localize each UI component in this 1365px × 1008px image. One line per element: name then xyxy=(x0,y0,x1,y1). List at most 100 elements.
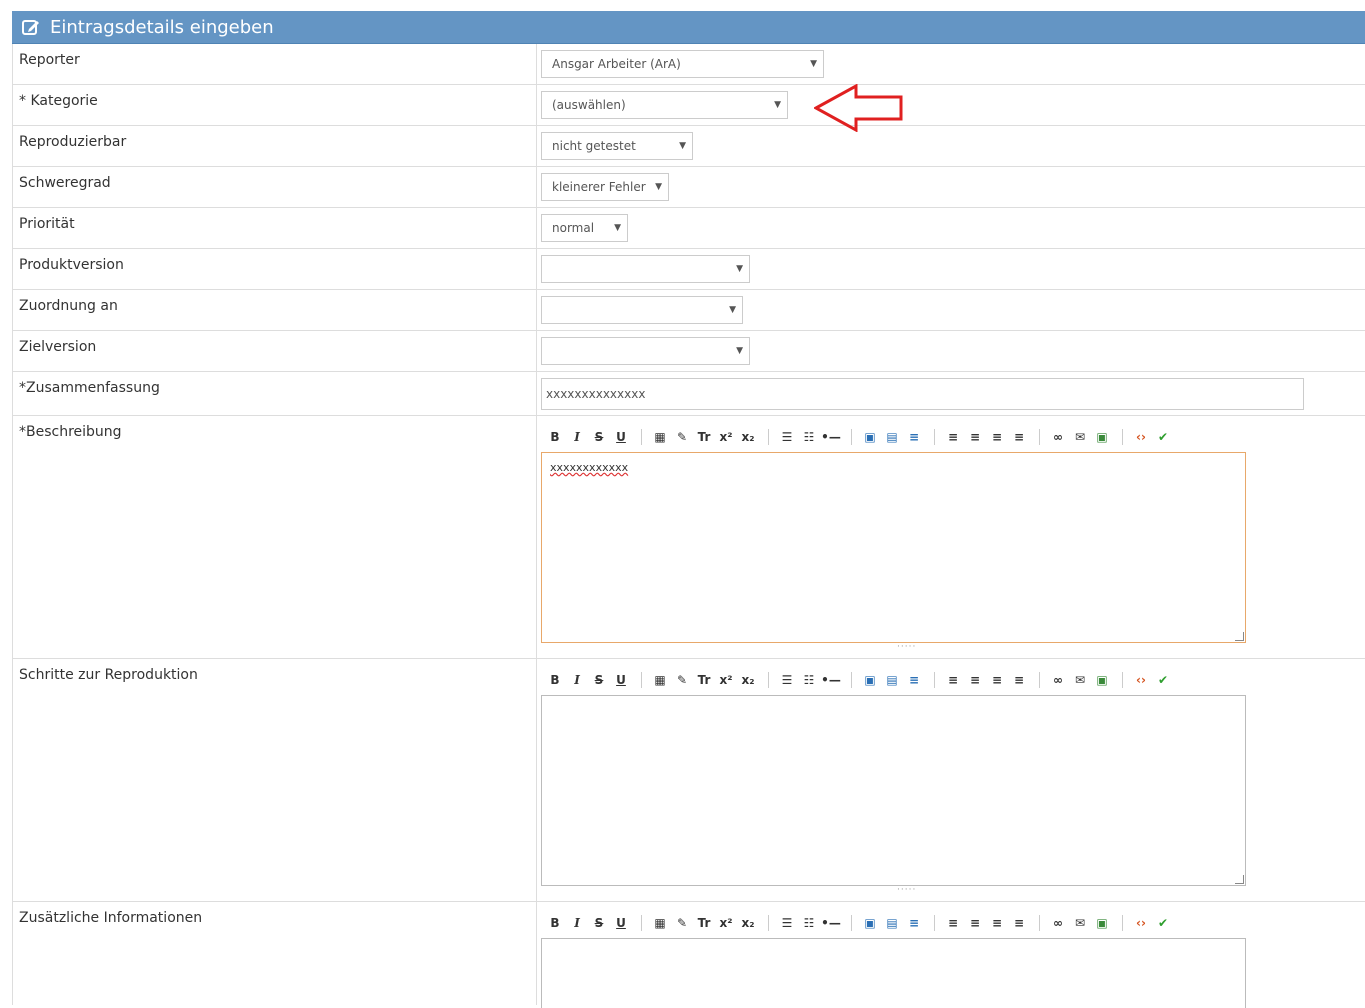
paste-icon[interactable]: ▣ xyxy=(860,673,880,687)
image-icon[interactable]: ▣ xyxy=(1092,916,1112,930)
align-right-icon[interactable]: ≡ xyxy=(987,430,1007,444)
source-icon[interactable]: ‹› xyxy=(1131,916,1151,930)
superscript-button[interactable]: x² xyxy=(716,916,736,930)
edit-icon xyxy=(22,18,40,36)
check-icon[interactable]: ✔ xyxy=(1153,430,1173,444)
align-right-icon[interactable]: ≡ xyxy=(987,673,1007,687)
italic-button[interactable]: I xyxy=(567,673,587,687)
align-right-icon[interactable]: ≡ xyxy=(987,916,1007,930)
email-icon[interactable]: ✉ xyxy=(1070,430,1090,444)
source-icon[interactable]: ‹› xyxy=(1131,430,1151,444)
paste-icon[interactable]: ▣ xyxy=(860,430,880,444)
hr-insert-icon[interactable]: ≡ xyxy=(904,916,924,930)
grip-icon[interactable]: ····· xyxy=(897,885,916,895)
reproduzierbar-select-value: nicht getestet xyxy=(552,139,636,153)
chevron-down-icon: ▼ xyxy=(614,223,621,233)
zusaetzlich-editor[interactable] xyxy=(541,938,1246,1008)
image-icon[interactable]: ▣ xyxy=(1092,673,1112,687)
strike-button[interactable]: S xyxy=(589,916,609,930)
schritte-editor[interactable]: ····· xyxy=(541,695,1246,895)
row-zielversion: Zielversion ▼ xyxy=(12,331,1365,372)
align-justify-icon[interactable]: ≡ xyxy=(1009,673,1029,687)
resize-handle[interactable] xyxy=(1235,632,1244,641)
subscript-button[interactable]: x₂ xyxy=(738,916,758,930)
zuordnung-select[interactable]: ▼ xyxy=(541,296,743,324)
kategorie-select[interactable]: (auswählen) ▼ xyxy=(541,91,788,119)
produktversion-select[interactable]: ▼ xyxy=(541,255,750,283)
check-icon[interactable]: ✔ xyxy=(1153,916,1173,930)
paste-text-icon[interactable]: ▤ xyxy=(882,916,902,930)
zielversion-select[interactable]: ▼ xyxy=(541,337,750,365)
chevron-down-icon: ▼ xyxy=(774,100,781,110)
link-icon[interactable]: ∞ xyxy=(1048,673,1068,687)
hr-insert-icon[interactable]: ≡ xyxy=(904,673,924,687)
beschreibung-content: xxxxxxxxxxxx xyxy=(550,461,629,474)
bullet-list-icon[interactable]: ☰ xyxy=(777,430,797,444)
italic-button[interactable]: I xyxy=(567,916,587,930)
color-grid-icon[interactable]: ▦ xyxy=(650,430,670,444)
bold-button[interactable]: B xyxy=(545,673,565,687)
color-grid-icon[interactable]: ▦ xyxy=(650,916,670,930)
removeformat-button[interactable]: Tr xyxy=(694,673,714,687)
link-icon[interactable]: ∞ xyxy=(1048,916,1068,930)
number-list-icon[interactable]: ☷ xyxy=(799,916,819,930)
row-reporter: Reporter Ansgar Arbeiter (ArA) ▼ xyxy=(12,44,1365,85)
label-schweregrad: Schweregrad xyxy=(19,175,111,191)
email-icon[interactable]: ✉ xyxy=(1070,673,1090,687)
removeformat-button[interactable]: Tr xyxy=(694,916,714,930)
align-justify-icon[interactable]: ≡ xyxy=(1009,916,1029,930)
underline-button[interactable]: U xyxy=(611,430,631,444)
section-title: Eintragsdetails eingeben xyxy=(50,16,274,38)
strike-button[interactable]: S xyxy=(589,673,609,687)
strike-button[interactable]: S xyxy=(589,430,609,444)
spellcheck-icon[interactable]: ✎ xyxy=(672,673,692,687)
spellcheck-icon[interactable]: ✎ xyxy=(672,916,692,930)
superscript-button[interactable]: x² xyxy=(716,673,736,687)
hr-insert-icon[interactable]: ≡ xyxy=(904,430,924,444)
superscript-button[interactable]: x² xyxy=(716,430,736,444)
number-list-icon[interactable]: ☷ xyxy=(799,673,819,687)
align-center-icon[interactable]: ≡ xyxy=(965,430,985,444)
bullet-list-icon[interactable]: ☰ xyxy=(777,916,797,930)
prioritaet-select[interactable]: normal ▼ xyxy=(541,214,628,242)
align-left-icon[interactable]: ≡ xyxy=(943,673,963,687)
align-center-icon[interactable]: ≡ xyxy=(965,673,985,687)
chevron-down-icon: ▼ xyxy=(679,141,686,151)
reproduzierbar-select[interactable]: nicht getestet ▼ xyxy=(541,132,693,160)
bold-button[interactable]: B xyxy=(545,916,565,930)
image-icon[interactable]: ▣ xyxy=(1092,430,1112,444)
align-justify-icon[interactable]: ≡ xyxy=(1009,430,1029,444)
removeformat-button[interactable]: Tr xyxy=(694,430,714,444)
horizontal-rule-icon[interactable]: •— xyxy=(821,430,841,444)
bold-button[interactable]: B xyxy=(545,430,565,444)
paste-icon[interactable]: ▣ xyxy=(860,916,880,930)
underline-button[interactable]: U xyxy=(611,916,631,930)
horizontal-rule-icon[interactable]: •— xyxy=(821,916,841,930)
align-left-icon[interactable]: ≡ xyxy=(943,916,963,930)
paste-text-icon[interactable]: ▤ xyxy=(882,430,902,444)
grip-icon[interactable]: ····· xyxy=(897,642,916,652)
source-icon[interactable]: ‹› xyxy=(1131,673,1151,687)
schweregrad-select[interactable]: kleinerer Fehler ▼ xyxy=(541,173,669,201)
zusammenfassung-input[interactable]: xxxxxxxxxxxxxx xyxy=(541,378,1304,410)
color-grid-icon[interactable]: ▦ xyxy=(650,673,670,687)
italic-button[interactable]: I xyxy=(567,430,587,444)
beschreibung-editor[interactable]: xxxxxxxxxxxx ····· xyxy=(541,452,1246,652)
align-left-icon[interactable]: ≡ xyxy=(943,430,963,444)
bullet-list-icon[interactable]: ☰ xyxy=(777,673,797,687)
subscript-button[interactable]: x₂ xyxy=(738,430,758,444)
horizontal-rule-icon[interactable]: •— xyxy=(821,673,841,687)
spellcheck-icon[interactable]: ✎ xyxy=(672,430,692,444)
number-list-icon[interactable]: ☷ xyxy=(799,430,819,444)
paste-text-icon[interactable]: ▤ xyxy=(882,673,902,687)
chevron-down-icon: ▼ xyxy=(736,264,743,274)
check-icon[interactable]: ✔ xyxy=(1153,673,1173,687)
align-center-icon[interactable]: ≡ xyxy=(965,916,985,930)
email-icon[interactable]: ✉ xyxy=(1070,916,1090,930)
resize-handle[interactable] xyxy=(1235,875,1244,884)
label-zusammenfassung: *Zusammenfassung xyxy=(19,380,160,396)
subscript-button[interactable]: x₂ xyxy=(738,673,758,687)
reporter-select[interactable]: Ansgar Arbeiter (ArA) ▼ xyxy=(541,50,824,78)
link-icon[interactable]: ∞ xyxy=(1048,430,1068,444)
underline-button[interactable]: U xyxy=(611,673,631,687)
